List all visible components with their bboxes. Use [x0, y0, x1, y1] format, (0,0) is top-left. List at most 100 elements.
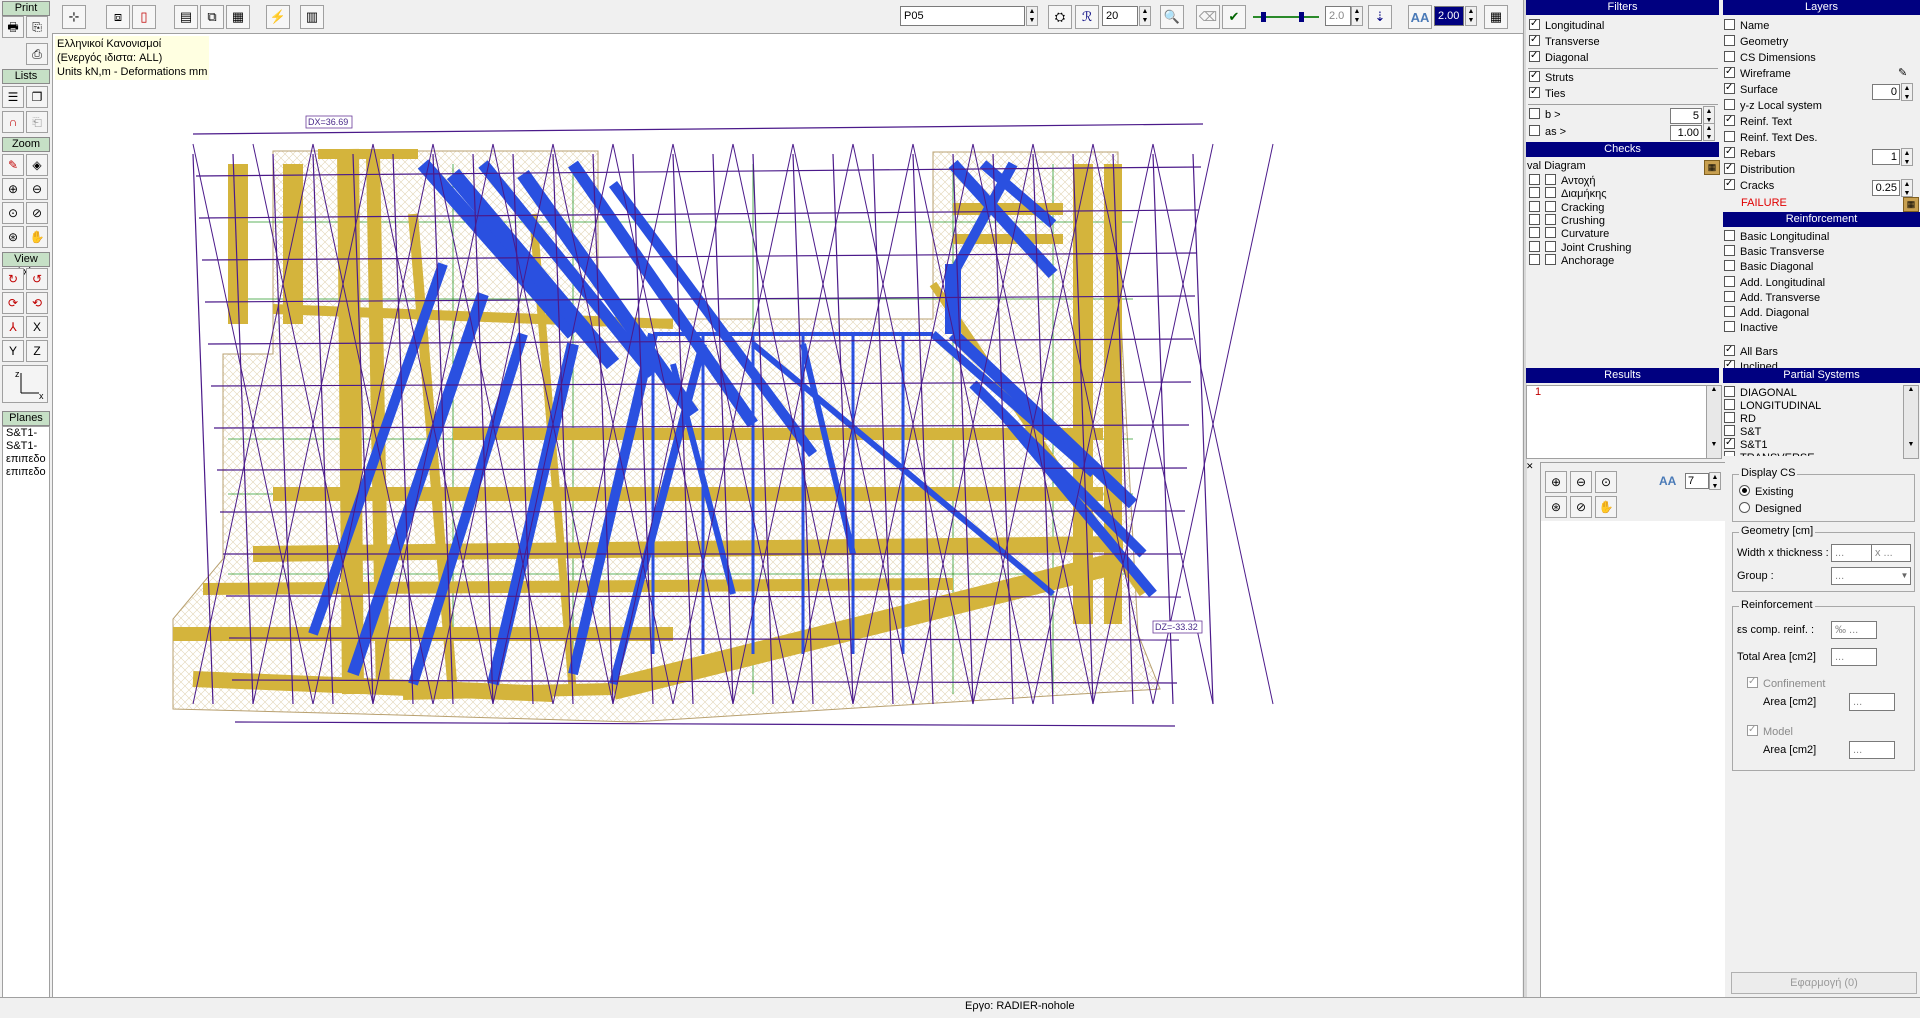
report-icon[interactable]: ▦ [226, 5, 250, 29]
checkbox[interactable] [1724, 412, 1735, 423]
checkbox[interactable] [1724, 179, 1735, 190]
check-item[interactable]: Joint Crushing [1529, 240, 1631, 255]
size-input[interactable]: 20 [1102, 6, 1138, 26]
filter-transverse[interactable]: Transverse [1529, 35, 1600, 49]
view-x-button[interactable]: X [26, 316, 48, 338]
check-item[interactable]: Cracking [1529, 200, 1604, 215]
surface-input[interactable]: 0 [1872, 84, 1900, 100]
checkbox[interactable] [1724, 51, 1735, 62]
radio-on[interactable] [1739, 485, 1750, 496]
checkbox[interactable] [1529, 35, 1540, 46]
pan-hand-icon[interactable]: ✋ [26, 226, 48, 248]
view-z-button[interactable]: Z [26, 340, 48, 362]
checkbox[interactable] [1747, 677, 1758, 688]
checkbox[interactable] [1545, 253, 1556, 265]
eraser-icon[interactable]: ⌫ [1196, 5, 1220, 29]
model-area-input[interactable]: ... [1849, 741, 1895, 759]
filter-diagonal[interactable]: Diagonal [1529, 51, 1588, 65]
layer-item[interactable]: Cracks [1724, 179, 1774, 193]
preview-zoom-all-icon[interactable]: ⊙ [1595, 471, 1617, 493]
plane-item[interactable]: S&T1- [3, 440, 49, 453]
checkbox[interactable] [1545, 187, 1556, 199]
surface-spin[interactable]: ▲ ▼ [1901, 83, 1913, 101]
existing-radio[interactable]: Existing [1739, 485, 1794, 499]
slider-icon[interactable] [1251, 8, 1321, 26]
checkbox[interactable] [1545, 240, 1556, 252]
es-input[interactable]: ‰ ... [1831, 621, 1877, 639]
axis-orientation-icon[interactable]: zx [2, 365, 48, 403]
total-area-input[interactable]: ... [1831, 648, 1877, 666]
table-icon[interactable]: ▥ [300, 5, 324, 29]
checkbox[interactable] [1529, 253, 1540, 265]
result-item[interactable]: 1 [1527, 386, 1707, 398]
zoom-previous-icon[interactable]: ⊘ [26, 202, 48, 224]
model-view-icon[interactable]: ⧈ [106, 5, 130, 29]
checkbox[interactable] [1724, 115, 1735, 126]
check-item[interactable]: Curvature [1529, 227, 1609, 241]
color-palette-icon[interactable]: ▦ [1484, 5, 1508, 29]
b-spin[interactable]: ▲ ▼ [1703, 106, 1715, 124]
text-scale-input[interactable]: 2.00 [1434, 6, 1464, 26]
rebars-input[interactable]: 1 [1872, 149, 1900, 165]
confinement-check[interactable]: Confinement [1747, 677, 1825, 691]
cracks-input[interactable]: 0.25 [1872, 180, 1900, 196]
checkbox[interactable] [1529, 125, 1540, 136]
device-icon[interactable]: ▯ [132, 5, 156, 29]
preview-pan-icon[interactable]: ✋ [1595, 496, 1617, 518]
scale-input[interactable]: 2.0 [1325, 6, 1351, 26]
scale-spin[interactable]: ▲ ▼ [1351, 6, 1363, 26]
fill-icon[interactable]: ◈ [26, 154, 48, 176]
layer-item[interactable]: Geometry [1724, 35, 1788, 49]
checkbox[interactable] [1529, 51, 1540, 62]
thickness-input[interactable]: x ... [1871, 544, 1911, 562]
rebars-spin[interactable]: ▲ ▼ [1901, 148, 1913, 166]
radio-off[interactable] [1739, 502, 1750, 513]
zoom-out-icon[interactable]: ⊖ [26, 178, 48, 200]
reinforcement-item[interactable]: Add. Diagonal [1724, 306, 1809, 320]
partial-system-item[interactable]: LONGITUDINAL [1724, 399, 1821, 413]
layer-item[interactable]: Reinf. Text [1724, 115, 1792, 129]
width-input[interactable]: ... [1831, 544, 1871, 562]
checkbox[interactable] [1724, 83, 1735, 94]
checkbox[interactable] [1724, 306, 1735, 317]
zoom-window-icon[interactable]: ⊙ [2, 202, 24, 224]
pages-icon[interactable]: ⧉ [200, 5, 224, 29]
view-y-button[interactable]: Y [2, 340, 24, 362]
reinforcement-item[interactable]: Add. Longitudinal [1724, 275, 1825, 290]
magnifier-icon[interactable]: 🔍 [1160, 5, 1184, 29]
preview-zoom-prev-icon[interactable]: ⊘ [1570, 496, 1592, 518]
layer-item[interactable]: Rebars [1724, 147, 1775, 161]
checkbox[interactable] [1724, 19, 1735, 30]
list-icon[interactable]: ☰ [2, 86, 24, 108]
check-item[interactable]: Crushing [1529, 213, 1605, 228]
coordinates-icon[interactable]: ⊹ [62, 5, 86, 29]
plan-spin[interactable]: ▲ ▼ [1026, 6, 1038, 26]
checkbox[interactable] [1724, 386, 1735, 397]
printer-list-icon[interactable]: ⎙ [26, 43, 48, 65]
partial-system-item[interactable]: TRANSVERSE [1724, 451, 1815, 456]
reinforcement-item[interactable]: Add. Transverse [1724, 290, 1820, 305]
check-icon[interactable]: ✔ [1222, 5, 1246, 29]
filter-struts[interactable]: Struts [1529, 71, 1574, 85]
checkbox[interactable] [1724, 35, 1735, 46]
checkbox[interactable] [1724, 99, 1735, 110]
checkbox[interactable] [1529, 200, 1540, 212]
preview-zoom-spin[interactable]: ▲ ▼ [1709, 472, 1721, 490]
wireframe-settings-icon[interactable]: ✎ [1898, 66, 1914, 80]
checkbox[interactable] [1724, 131, 1735, 142]
plane-item[interactable]: επιπεδο [3, 453, 49, 466]
checkbox[interactable] [1529, 187, 1540, 199]
rotate-free-icon[interactable]: ⟲ [26, 292, 48, 314]
drawing-canvas[interactable]: DX=36.69 DZ=-33.32 [53, 34, 1522, 997]
as-input[interactable]: 1.00 [1670, 125, 1702, 141]
checkbox[interactable] [1545, 213, 1556, 225]
layer-item[interactable]: Surface [1724, 83, 1778, 97]
results-scrollbar[interactable]: ▲ ▼ [1706, 385, 1722, 459]
as-spin[interactable]: ▲ ▼ [1703, 123, 1715, 141]
layer-item[interactable]: y-z Local system [1724, 99, 1822, 113]
checkbox[interactable] [1724, 438, 1735, 449]
check-item[interactable]: Διαμήκης [1529, 187, 1607, 201]
checkbox[interactable] [1724, 260, 1735, 272]
partial-system-item[interactable]: DIAGONAL [1724, 386, 1797, 400]
checkbox[interactable] [1529, 87, 1540, 98]
